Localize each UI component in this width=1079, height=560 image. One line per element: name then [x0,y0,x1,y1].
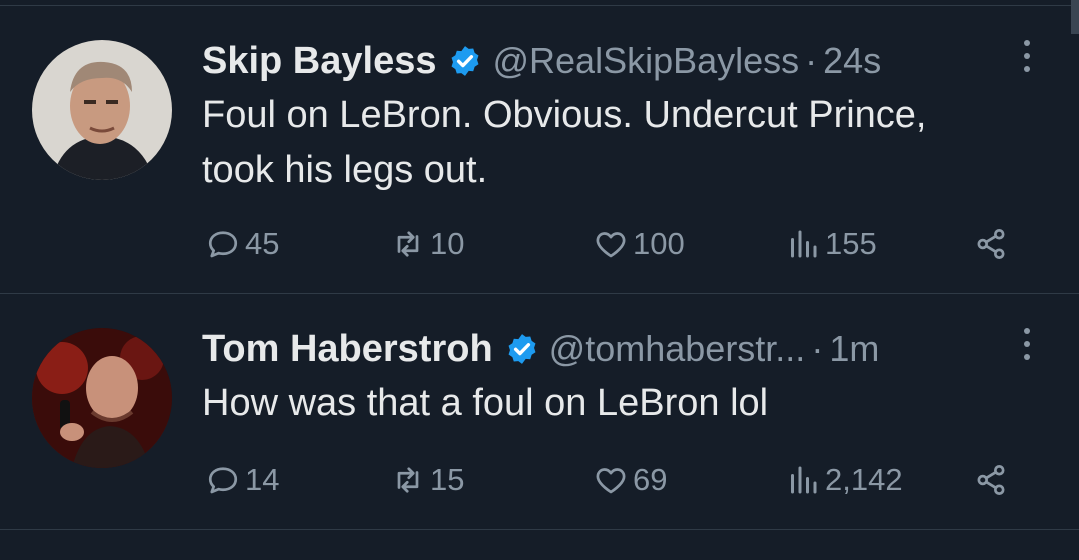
retweet-icon [390,226,426,262]
retweet-button[interactable]: 15 [390,458,464,502]
separator-dot: · [805,40,818,81]
like-button[interactable]: 69 [593,458,667,502]
share-button[interactable] [973,458,1009,502]
retweet-button[interactable]: 10 [390,222,464,266]
author-name[interactable]: Skip Bayless [202,40,436,83]
reply-button[interactable]: 14 [205,458,279,502]
author-handle[interactable]: @tomhaberstr... [549,328,806,370]
reply-icon [205,226,241,262]
author-name[interactable]: Tom Haberstroh [202,328,493,371]
like-button[interactable]: 100 [593,222,685,266]
views-count: 155 [825,226,877,261]
tweet-text: Foul on LeBron. Obvious. Undercut Prince… [202,88,1042,198]
verified-badge-icon[interactable] [505,332,539,366]
author-handle[interactable]: @RealSkipBayless [492,40,799,82]
views-icon [785,462,821,498]
tweet-text-line: How was that a foul on LeBron lol [202,382,769,424]
reply-icon [205,462,241,498]
tweet[interactable]: Tom Haberstroh @tomhaberstr... · 1m How … [0,294,1079,530]
share-icon [973,462,1009,498]
tweet-header: Tom Haberstroh @tomhaberstr... · 1m [202,324,879,374]
tweet-text: How was that a foul on LeBron lol [202,376,1042,431]
more-options-icon[interactable] [1021,40,1033,80]
reply-count: 45 [245,226,280,261]
verified-badge-icon[interactable] [448,44,482,78]
share-icon [973,226,1009,262]
reply-button[interactable]: 45 [205,222,279,266]
like-count: 100 [633,226,685,261]
retweet-count: 10 [430,226,465,261]
more-options-icon[interactable] [1021,328,1033,368]
tweet-text-line: took his legs out. [202,149,488,191]
heart-icon [593,462,629,498]
timestamp[interactable]: 24s [823,40,881,82]
retweet-icon [390,462,426,498]
like-count: 69 [633,462,668,497]
views-count: 2,142 [825,462,903,497]
tweet-text-line: Foul on LeBron. Obvious. Undercut Prince… [202,94,927,136]
retweet-count: 15 [430,462,465,497]
avatar[interactable] [32,328,172,468]
share-button[interactable] [973,222,1009,266]
tweet[interactable]: Skip Bayless @RealSkipBayless · 24s Foul… [0,6,1079,294]
timestamp[interactable]: 1m [829,328,879,370]
views-button[interactable]: 2,142 [785,458,903,502]
reply-count: 14 [245,462,280,497]
tweet-header: Skip Bayless @RealSkipBayless · 24s [202,36,881,86]
heart-icon [593,226,629,262]
tweet-actions: 45 10 100 155 [205,222,1019,266]
tweet-actions: 14 15 69 2,142 [205,458,1019,502]
views-button[interactable]: 155 [785,222,877,266]
views-icon [785,226,821,262]
separator-dot: · [811,328,824,369]
avatar[interactable] [32,40,172,180]
